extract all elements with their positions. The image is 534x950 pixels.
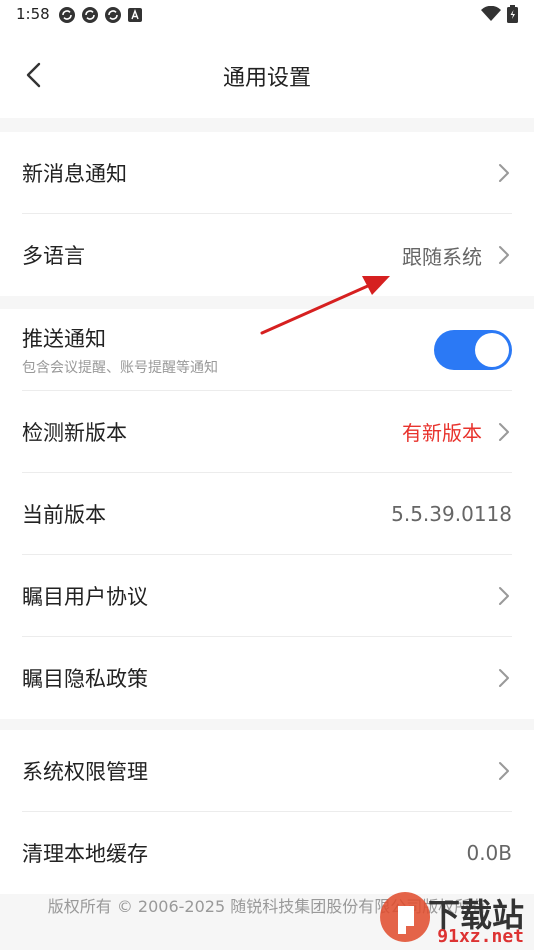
status-bar: 1:58 bbox=[0, 0, 534, 30]
battery-icon bbox=[507, 5, 518, 23]
sync-icon bbox=[82, 7, 98, 23]
status-system-icons bbox=[481, 5, 518, 23]
chevron-right-icon bbox=[496, 668, 512, 688]
sync-icon bbox=[105, 7, 121, 23]
watermark-logo-icon bbox=[380, 892, 431, 942]
site-watermark: 下载站 91xz.net bbox=[378, 888, 528, 948]
row-label: 检测新版本 bbox=[22, 420, 127, 445]
cache-size-value: 0.0B bbox=[466, 841, 512, 865]
row-check-new-version[interactable]: 检测新版本 有新版本 bbox=[22, 391, 512, 473]
current-version-value: 5.5.39.0118 bbox=[391, 501, 512, 526]
row-label: 瞩目隐私政策 bbox=[22, 667, 148, 691]
sync-icon bbox=[59, 7, 75, 23]
row-clear-cache[interactable]: 清理本地缓存 0.0B bbox=[22, 812, 512, 894]
row-label: 系统权限管理 bbox=[22, 759, 148, 784]
status-time: 1:58 bbox=[16, 5, 50, 23]
watermark-url: 91xz.net bbox=[437, 926, 524, 947]
page-title: 通用设置 bbox=[222, 66, 311, 91]
row-label: 清理本地缓存 bbox=[22, 842, 148, 866]
push-notification-toggle[interactable] bbox=[434, 330, 512, 370]
status-notification-icons bbox=[58, 6, 143, 24]
chevron-right-icon bbox=[496, 586, 512, 606]
settings-group-general: 新消息通知 多语言 跟随系统 bbox=[0, 132, 534, 296]
row-label: 推送通知 bbox=[22, 326, 106, 351]
row-language[interactable]: 多语言 跟随系统 bbox=[22, 214, 512, 296]
settings-group-app: 推送通知 包含会议提醒、账号提醒等通知 检测新版本 有新版本 当前版本 5.5.… bbox=[0, 309, 534, 719]
row-label: 新消息通知 bbox=[22, 161, 127, 186]
a-icon bbox=[128, 8, 142, 22]
chevron-right-icon bbox=[496, 761, 512, 781]
row-new-message-notification[interactable]: 新消息通知 bbox=[22, 132, 512, 214]
new-version-badge: 有新版本 bbox=[402, 421, 482, 445]
row-user-agreement[interactable]: 瞩目用户协议 bbox=[22, 555, 512, 637]
chevron-right-icon bbox=[496, 245, 512, 265]
toggle-knob bbox=[475, 333, 509, 367]
push-sublabel: 包含会议提醒、账号提醒等通知 bbox=[22, 359, 218, 376]
settings-group-system: 系统权限管理 清理本地缓存 0.0B bbox=[0, 730, 534, 894]
wifi-icon bbox=[481, 6, 501, 21]
chevron-right-icon bbox=[496, 422, 512, 442]
row-system-permissions[interactable]: 系统权限管理 bbox=[22, 730, 512, 812]
app-header: 通用设置 bbox=[0, 30, 534, 118]
row-label: 多语言 bbox=[22, 244, 85, 268]
language-value: 跟随系统 bbox=[402, 244, 482, 269]
row-label: 当前版本 bbox=[22, 502, 106, 527]
row-privacy-policy[interactable]: 瞩目隐私政策 bbox=[22, 637, 512, 719]
row-push-notification: 推送通知 包含会议提醒、账号提醒等通知 bbox=[22, 309, 512, 391]
row-current-version: 当前版本 5.5.39.0118 bbox=[22, 473, 512, 555]
row-label: 瞩目用户协议 bbox=[22, 584, 148, 609]
chevron-right-icon bbox=[496, 163, 512, 183]
